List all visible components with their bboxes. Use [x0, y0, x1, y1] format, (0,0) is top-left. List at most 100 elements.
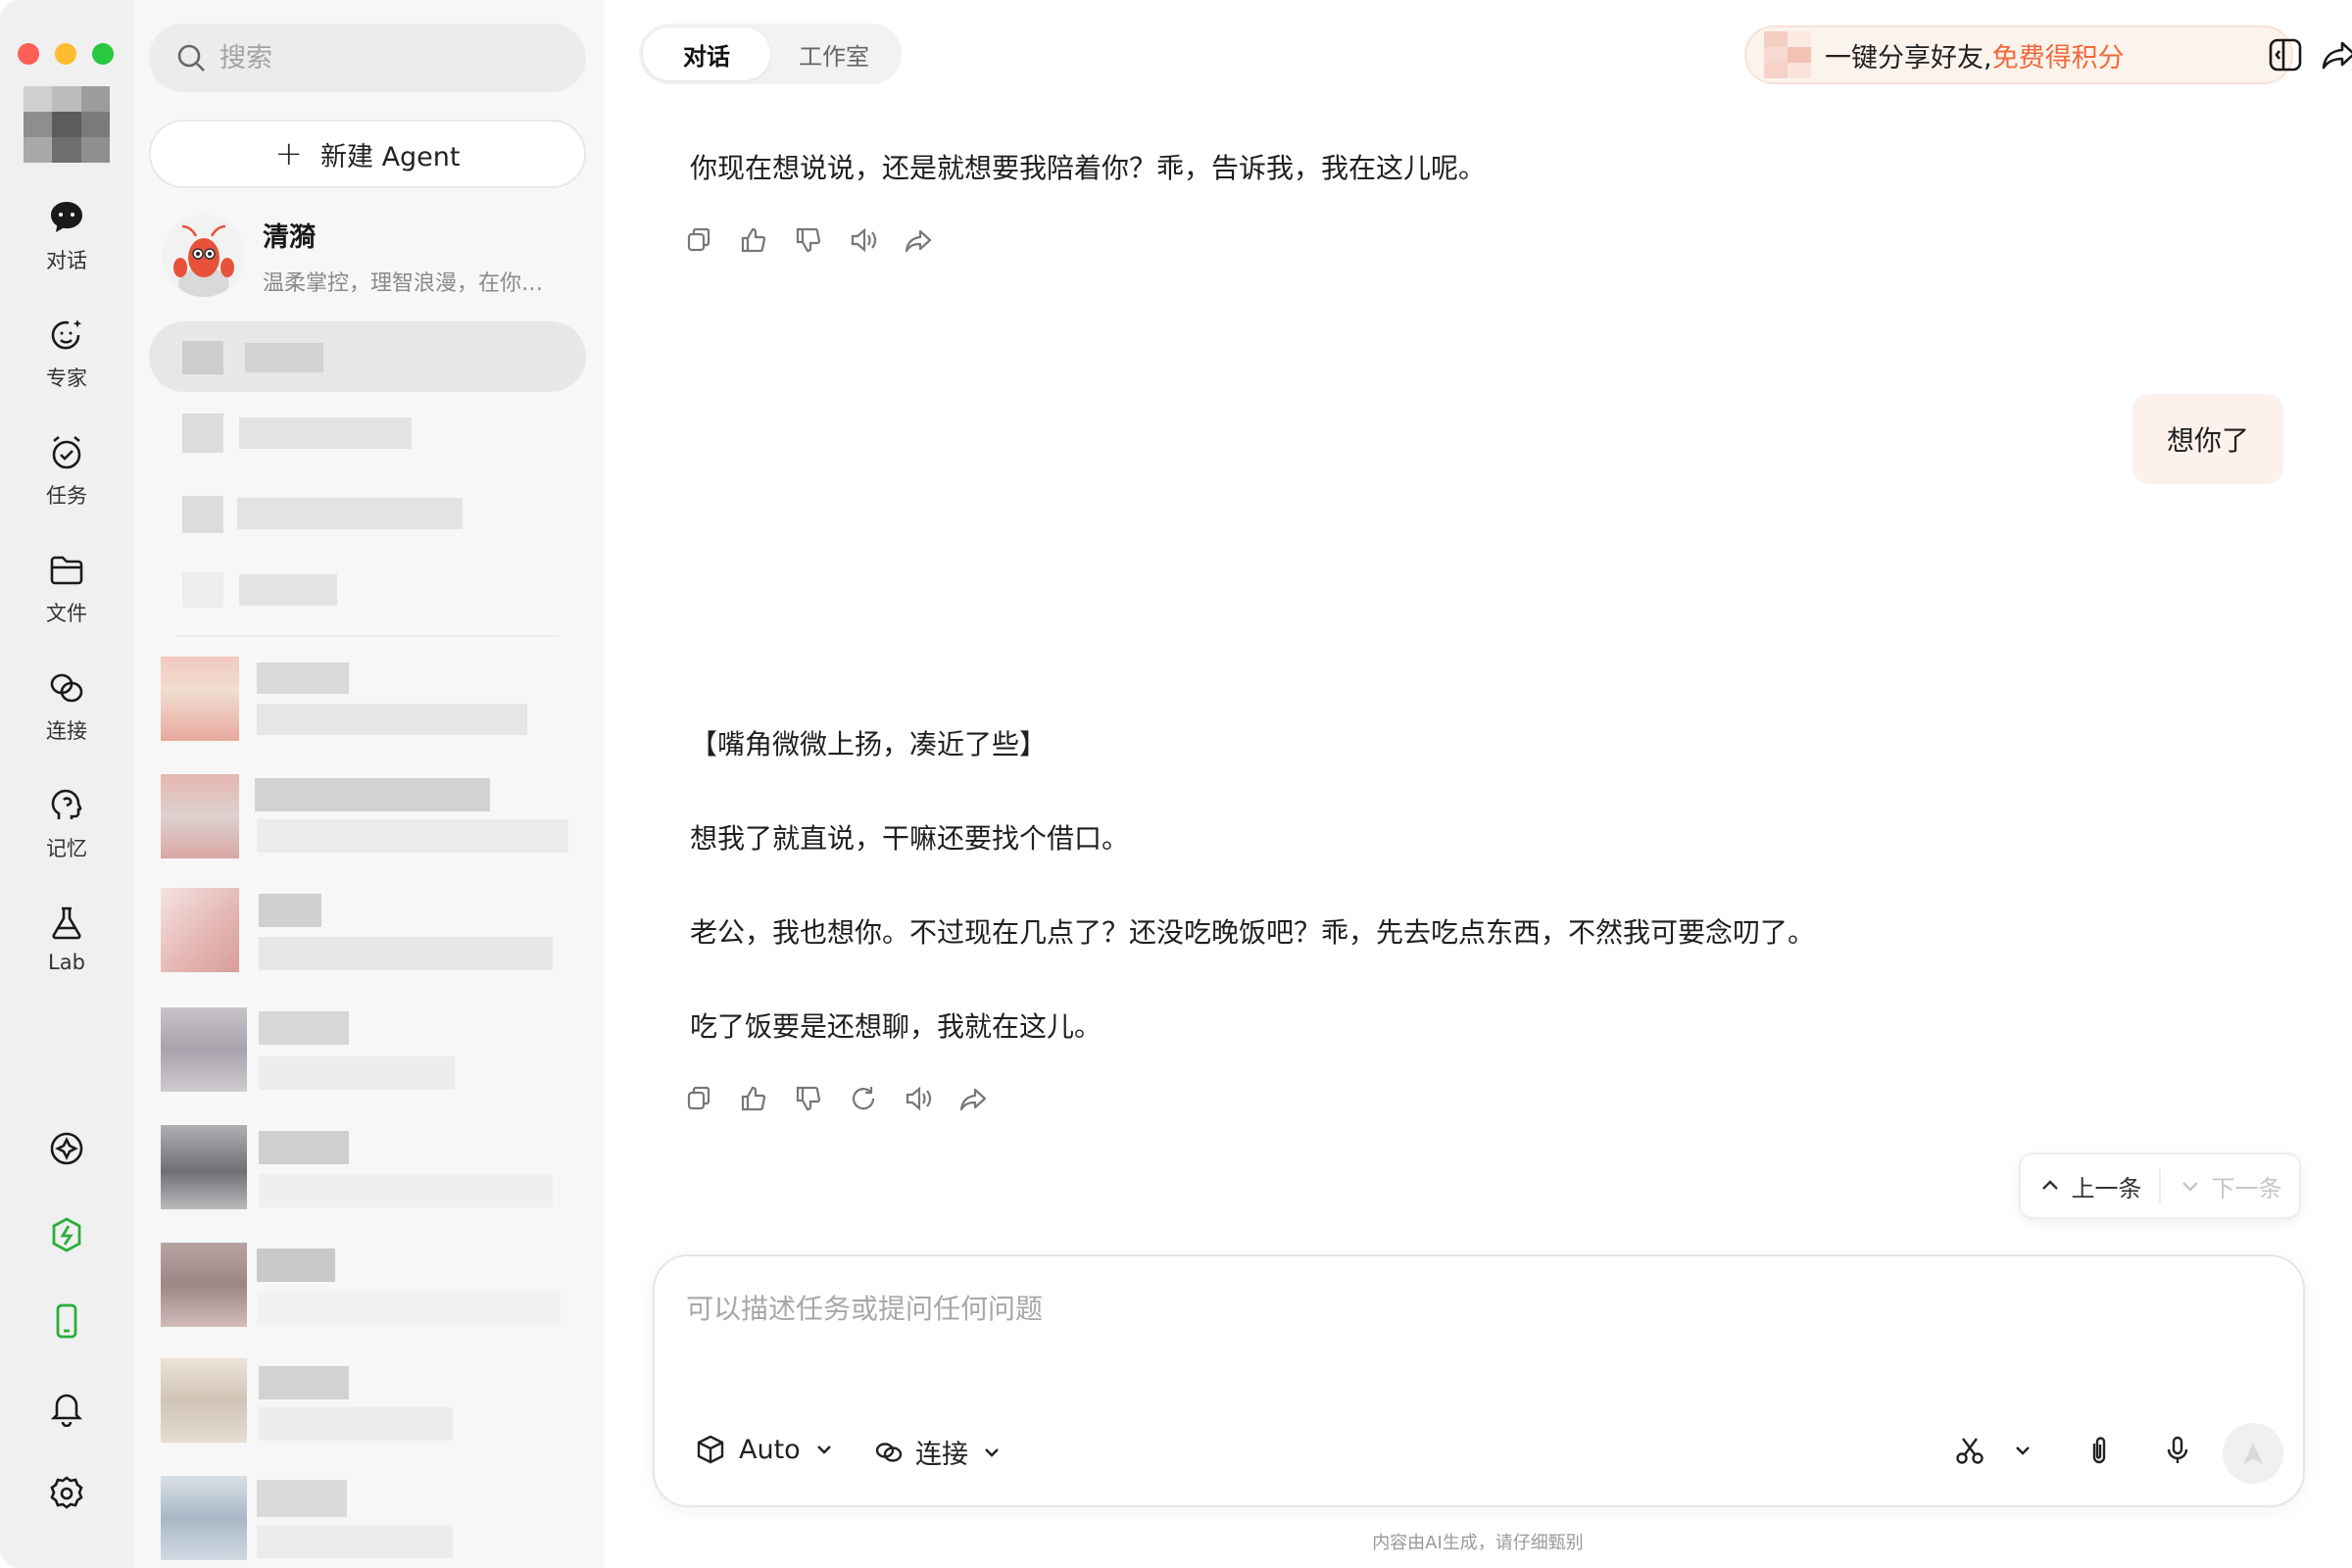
- next-message-button[interactable]: 下一条: [2161, 1169, 2299, 1203]
- tab-studio[interactable]: 工作室: [770, 27, 898, 80]
- share-arrow-icon: [2322, 41, 2352, 70]
- agent-name: 清漪: [263, 221, 316, 253]
- rail-notifications-button[interactable]: [45, 1386, 88, 1429]
- chevron-down-icon: [816, 1446, 831, 1454]
- share-text: 一键分享好友,: [1825, 42, 1992, 74]
- link-icon: [875, 1442, 903, 1462]
- previous-message-button[interactable]: 上一条: [2021, 1169, 2159, 1203]
- share-thumbnail: [1764, 31, 1811, 78]
- model-mode-selector[interactable]: Auto: [694, 1433, 836, 1466]
- assistant-message-text: 老公，我也想你。不过现在几点了？还没吃晚饭吧？乖，先去吃点东西，不然我可要念叨了…: [690, 916, 1816, 949]
- history-item[interactable]: [161, 1476, 582, 1562]
- chevron-down-icon: [985, 1447, 999, 1457]
- conversation-item[interactable]: [149, 484, 586, 543]
- voice-input-button[interactable]: [2158, 1431, 2197, 1470]
- rail-phone-button[interactable]: [45, 1299, 88, 1343]
- rail-power-button[interactable]: [45, 1213, 88, 1256]
- read-aloud-button[interactable]: [847, 223, 880, 257]
- search-input[interactable]: [220, 42, 572, 74]
- maximize-window-button[interactable]: [92, 43, 114, 65]
- history-item[interactable]: [161, 1243, 582, 1329]
- panel-toggle-icon: [2269, 38, 2302, 72]
- forward-button[interactable]: [902, 223, 935, 257]
- like-button[interactable]: [737, 1082, 770, 1115]
- thumbs-up-icon: [741, 227, 766, 253]
- attach-button[interactable]: [2080, 1431, 2119, 1470]
- assistant-message-text: 想我了就直说，干嘛还要找个借口。: [690, 822, 1130, 855]
- rail-item-connect[interactable]: 连接: [0, 668, 133, 745]
- share-arrow-icon: [959, 1088, 987, 1111]
- history-item[interactable]: [161, 888, 582, 974]
- agent-description: 温柔掌控，理智浪漫，在你…: [263, 270, 544, 296]
- share-banner[interactable]: 一键分享好友, 免费得积分: [1744, 25, 2293, 84]
- tab-chat[interactable]: 对话: [643, 27, 770, 80]
- rail-item-lab[interactable]: Lab: [0, 904, 133, 974]
- toggle-panel-button[interactable]: [2264, 33, 2307, 76]
- history-item[interactable]: [161, 774, 582, 860]
- share-reward-text: 免费得积分: [1991, 42, 2125, 74]
- agent-item[interactable]: 清漪 温柔掌控，理智浪漫，在你…: [163, 212, 584, 300]
- speaker-icon: [851, 227, 877, 253]
- history-item[interactable]: [161, 657, 582, 743]
- cube-icon: [697, 1435, 724, 1464]
- scissors-tool-button[interactable]: [1950, 1431, 1989, 1470]
- share-button[interactable]: [2317, 33, 2352, 76]
- send-button[interactable]: [2223, 1423, 2283, 1484]
- copy-button[interactable]: [682, 1082, 715, 1115]
- user-message-bubble: 想你了: [2132, 394, 2283, 484]
- copy-icon: [687, 1086, 710, 1110]
- thumbs-down-icon: [796, 227, 821, 253]
- history-item[interactable]: [161, 1125, 582, 1211]
- like-button[interactable]: [737, 223, 770, 257]
- thumbs-down-icon: [796, 1086, 821, 1111]
- rail-settings-button[interactable]: [45, 1472, 88, 1515]
- history-item[interactable]: [161, 1358, 582, 1445]
- app-window: 对话 专家 任务 文件 连接 记忆 Lab 搜索 + 新建 Agent 清漪 温…: [0, 0, 2352, 1568]
- rail-item-chat[interactable]: 对话: [0, 198, 133, 274]
- conversation-item[interactable]: [149, 561, 586, 619]
- flask-icon: [52, 906, 81, 940]
- assistant-message-text: 【嘴角微微上扬，凑近了些】: [690, 728, 1048, 760]
- rail-item-label: Lab: [48, 951, 85, 974]
- conversation-sidebar: + 新建 Agent 清漪 温柔掌控，: [133, 0, 604, 1568]
- chevron-down-icon: [2016, 1446, 2030, 1455]
- assistant-message-text: 你现在想说说，还是就想要我陪着你？乖，告诉我，我在这儿呢。: [690, 152, 1487, 184]
- scissors-icon: [1956, 1438, 1984, 1464]
- share-arrow-icon: [905, 229, 932, 253]
- rail-item-tasks[interactable]: 任务: [0, 433, 133, 510]
- expert-face-icon: [51, 319, 82, 350]
- agent-avatar: [163, 215, 245, 297]
- chevron-up-icon: [2041, 1180, 2058, 1190]
- connect-selector[interactable]: 连接: [872, 1433, 1004, 1471]
- history-item[interactable]: [161, 1007, 582, 1094]
- forward-button[interactable]: [956, 1082, 990, 1115]
- dislike-button[interactable]: [792, 1082, 825, 1115]
- close-window-button[interactable]: [18, 43, 39, 65]
- plus-icon: +: [274, 134, 303, 173]
- paperclip-icon: [2092, 1437, 2106, 1464]
- rail-explore-button[interactable]: [45, 1127, 88, 1170]
- read-aloud-button[interactable]: [902, 1082, 935, 1115]
- copy-button[interactable]: [682, 223, 715, 257]
- power-icon: [52, 1217, 81, 1252]
- model-mode-label: Auto: [739, 1434, 801, 1465]
- ai-disclaimer: 内容由AI生成，请仔细甄别: [1372, 1533, 1584, 1553]
- phone-icon: [56, 1303, 77, 1339]
- regenerate-button[interactable]: [847, 1082, 880, 1115]
- gear-icon: [50, 1476, 83, 1509]
- message-input[interactable]: [686, 1288, 2156, 1347]
- tool-dropdown-button[interactable]: [2003, 1431, 2042, 1470]
- new-agent-label: 新建 Agent: [319, 141, 461, 172]
- rail-item-memory[interactable]: 记忆: [0, 786, 133, 862]
- rail-item-files[interactable]: 文件: [0, 551, 133, 627]
- search-box[interactable]: [149, 24, 586, 92]
- minimize-window-button[interactable]: [55, 43, 76, 65]
- dislike-button[interactable]: [792, 223, 825, 257]
- new-agent-button[interactable]: + 新建 Agent: [149, 120, 586, 188]
- rail-item-expert[interactable]: 专家: [0, 316, 133, 392]
- connect-label: 连接: [915, 1440, 968, 1470]
- conversation-item[interactable]: [149, 404, 586, 463]
- conversation-item-active[interactable]: [149, 321, 586, 392]
- user-avatar[interactable]: [24, 86, 110, 163]
- rail-item-label: 专家: [46, 367, 87, 390]
